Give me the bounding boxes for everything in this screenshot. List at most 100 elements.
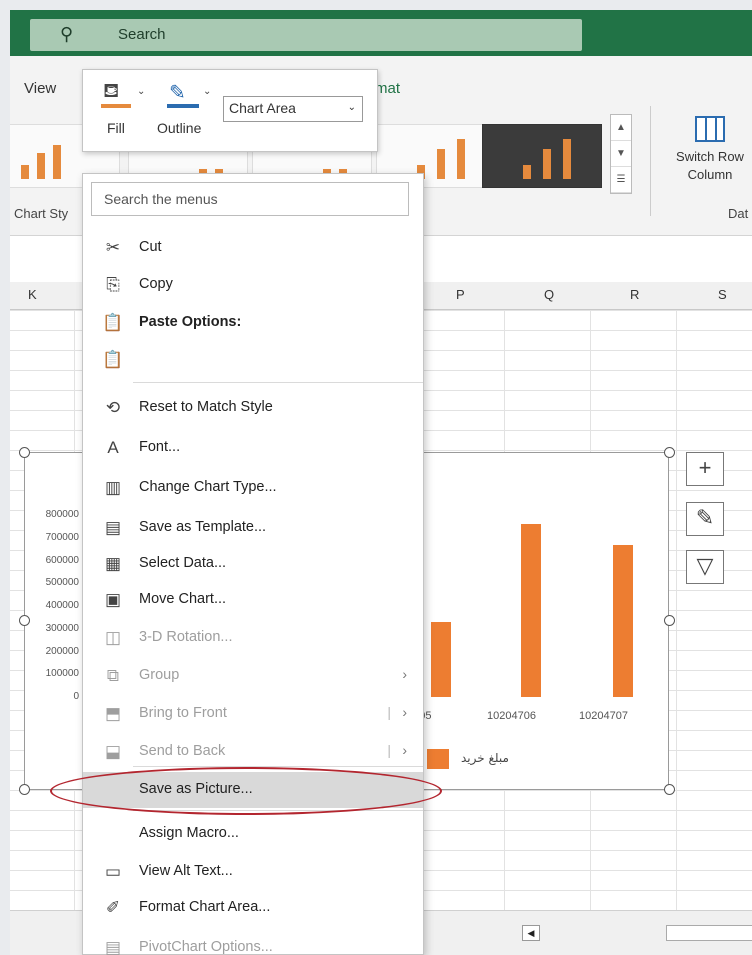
scissors-icon: ✂	[105, 238, 121, 257]
switch-row-column-icon	[695, 116, 725, 142]
tab-view[interactable]: View	[24, 80, 56, 97]
menu-item[interactable]: ▤ PivotChart Options...	[83, 930, 423, 955]
more-icon[interactable]: ☰	[611, 167, 631, 193]
menu-item[interactable]: 📋	[83, 342, 423, 378]
outline-color-bar	[167, 104, 199, 108]
menu-search-input[interactable]: Search the menus	[91, 182, 409, 216]
menu-item-label: Copy	[139, 276, 173, 292]
switch-label-1: Switch Row	[676, 149, 744, 164]
menu-item[interactable]: ▦ Select Data...	[83, 546, 423, 582]
y-tick-label: 700000	[45, 531, 79, 543]
column-header[interactable]: P	[456, 287, 465, 302]
menu-item[interactable]: ▥ Change Chart Type...	[83, 470, 423, 506]
menu-item-label: PivotChart Options...	[139, 939, 273, 955]
column-header[interactable]: R	[630, 287, 639, 302]
title-bar: ⚲ Search	[10, 10, 752, 56]
fill-bucket-icon[interactable]: ⛾	[103, 80, 133, 102]
search-placeholder: Search	[118, 26, 166, 43]
submenu-arrow-icon[interactable]: ›	[402, 666, 407, 682]
outline-label[interactable]: Outline	[157, 120, 201, 136]
column-header[interactable]: S	[718, 287, 727, 302]
chart-element-value: Chart Area	[229, 100, 296, 116]
menu-item-label: Reset to Match Style	[139, 399, 273, 415]
horizontal-scrollbar[interactable]	[666, 925, 752, 941]
chevron-down-icon[interactable]: ▼	[611, 141, 631, 167]
highlight-annotation	[50, 767, 442, 815]
bring-front-icon: ⬒	[104, 704, 122, 723]
column-header[interactable]: K	[28, 287, 37, 302]
legend-swatch	[427, 749, 449, 769]
split-divider: |	[387, 704, 391, 720]
x-tick-label: 10204706	[487, 710, 536, 722]
rotation-icon: ◫	[104, 628, 122, 647]
resize-handle[interactable]	[19, 615, 30, 626]
excel-window: ⚲ Search View rmat ▲ ▼ ☰ Chart Sty Switc…	[10, 10, 752, 955]
y-tick-label: 800000	[45, 509, 79, 520]
chart-styles-label: Chart Sty	[14, 206, 69, 221]
group-icon: ⧉	[106, 666, 120, 685]
menu-item[interactable]: ▤ Save as Template...	[83, 510, 423, 546]
paste-icon: 📋	[102, 313, 124, 332]
menu-item[interactable]: ▭ View Alt Text...	[83, 854, 423, 890]
outline-pen-icon[interactable]: ✎	[169, 80, 186, 105]
column-header[interactable]: Q	[544, 287, 554, 302]
resize-handle[interactable]	[664, 784, 675, 795]
menu-item-label: Group	[139, 667, 180, 683]
font-icon: A	[107, 438, 119, 457]
menu-item[interactable]: ⧉ Group ›	[83, 658, 423, 694]
menu-item-label: Move Chart...	[139, 591, 227, 607]
chevron-down-icon[interactable]: ⌄	[137, 86, 145, 97]
resize-handle[interactable]	[19, 447, 30, 458]
menu-item[interactable]: ⬓ Send to Back | ›	[83, 734, 423, 770]
menu-item[interactable]: ⬒ Bring to Front | ›	[83, 696, 423, 732]
menu-item-label: View Alt Text...	[139, 863, 233, 879]
resize-handle[interactable]	[664, 447, 675, 458]
submenu-arrow-icon[interactable]: ›	[402, 704, 407, 720]
menu-item[interactable]: ✂ Cut	[83, 230, 423, 266]
chart-style-thumb[interactable]	[482, 124, 602, 188]
menu-item[interactable]: ✐ Format Chart Area...	[83, 890, 423, 926]
pivot-options-icon: ▤	[104, 938, 122, 955]
ribbon-divider	[650, 106, 651, 216]
resize-handle[interactable]	[664, 615, 675, 626]
menu-item-label: Send to Back	[139, 743, 226, 759]
chart-bar[interactable]	[431, 621, 451, 697]
plus-icon: +	[698, 455, 712, 480]
menu-item[interactable]: A Font...	[83, 430, 423, 466]
filter-icon: ▽	[696, 553, 714, 578]
menu-item[interactable]: Assign Macro...	[83, 816, 423, 852]
send-back-icon: ⬓	[104, 742, 122, 761]
chevron-up-icon[interactable]: ▲	[611, 115, 631, 141]
switch-label-2: Column	[687, 167, 733, 182]
scroll-left-icon[interactable]: ◀	[522, 925, 540, 941]
data-group-label: Dat	[728, 206, 749, 221]
menu-item[interactable]: ◫ 3-D Rotation...	[83, 620, 423, 656]
mini-toolbar: ⛾ ⌄ ✎ ⌄ Fill Outline Chart Area ⌄	[82, 69, 378, 152]
y-tick-label: 600000	[45, 554, 79, 566]
chart-styles-button[interactable]: ✎	[686, 502, 724, 536]
menu-item[interactable]: 📋 Paste Options:	[83, 305, 423, 341]
menu-item[interactable]: ⎘ Copy	[83, 267, 423, 303]
fill-label[interactable]: Fill	[107, 120, 125, 136]
chevron-down-icon[interactable]: ⌄	[203, 86, 211, 97]
gallery-scroll[interactable]: ▲ ▼ ☰	[610, 114, 632, 194]
menu-item-label: Cut	[139, 239, 162, 255]
menu-item-label: Bring to Front	[139, 705, 227, 721]
template-icon: ▤	[104, 518, 122, 537]
chart-filters-button[interactable]: ▽	[686, 550, 724, 584]
menu-item[interactable]: ▣ Move Chart...	[83, 582, 423, 618]
menu-item[interactable]: ⟲ Reset to Match Style	[83, 390, 423, 426]
x-tick-label: 10204707	[579, 710, 628, 722]
chart-element-select[interactable]: Chart Area ⌄	[223, 96, 363, 122]
search-box[interactable]: ⚲ Search	[30, 19, 582, 51]
chart-bar[interactable]	[613, 544, 633, 697]
submenu-arrow-icon[interactable]: ›	[402, 742, 407, 758]
menu-item-label: Save as Template...	[139, 519, 267, 535]
chart-elements-button[interactable]: +	[686, 452, 724, 486]
chart-bar[interactable]	[521, 524, 541, 697]
y-tick-label: 200000	[45, 645, 79, 657]
switch-row-column-button[interactable]: Switch Row Column	[660, 116, 752, 184]
resize-handle[interactable]	[19, 784, 30, 795]
y-tick-label: 300000	[45, 622, 79, 634]
legend-label: مبلغ خريد	[461, 751, 509, 765]
